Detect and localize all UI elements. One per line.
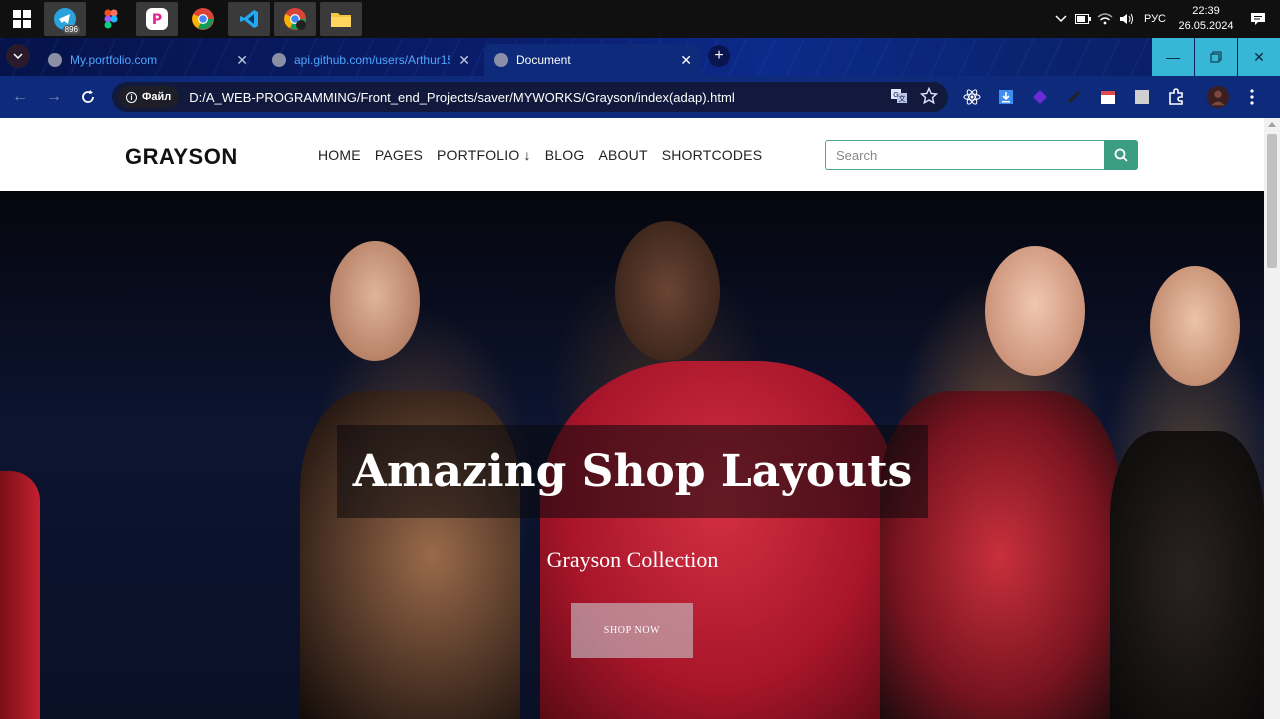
browser-tab-bar: My.portfolio.com ✕ api.github.com/users/… xyxy=(0,38,1280,76)
close-tab-icon[interactable]: ✕ xyxy=(680,52,692,69)
language-indicator[interactable]: РУС xyxy=(1144,13,1166,25)
clock-date: 26.05.2024 xyxy=(1178,20,1234,32)
web-page: GRAYSON HOME PAGES PORTFOLIO ↓ BLOG ABOU… xyxy=(0,118,1264,719)
svg-text:文: 文 xyxy=(899,94,906,103)
back-icon[interactable]: ← xyxy=(8,85,32,109)
page-scrollbar[interactable] xyxy=(1264,118,1280,719)
tab-search-icon[interactable] xyxy=(6,44,30,68)
dark-extension-icon[interactable] xyxy=(1062,85,1086,109)
info-icon: i xyxy=(126,91,137,103)
picsart-icon[interactable]: P xyxy=(136,2,178,36)
hero-figure xyxy=(0,471,40,719)
chrome-icon[interactable] xyxy=(182,2,224,36)
notifications-icon[interactable] xyxy=(1236,0,1280,38)
reload-icon[interactable] xyxy=(76,85,100,109)
windows-taskbar: 896 P РУС 22:39 26.05.2024 xyxy=(0,0,1280,38)
clock[interactable]: 22:39 26.05.2024 xyxy=(1176,4,1236,34)
more-menu-icon[interactable] xyxy=(1240,85,1264,109)
clock-time: 22:39 xyxy=(1192,5,1220,17)
wifi-icon[interactable] xyxy=(1094,9,1116,29)
hero-title-box: Amazing Shop Layouts xyxy=(337,425,928,518)
nav-shortcodes[interactable]: SHORTCODES xyxy=(662,147,763,163)
search-icon xyxy=(1114,148,1128,162)
profile-avatar-icon[interactable] xyxy=(1206,85,1230,109)
nav-pages[interactable]: PAGES xyxy=(375,147,423,163)
new-tab-button[interactable]: + xyxy=(708,45,730,67)
main-nav: HOME PAGES PORTFOLIO ↓ BLOG ABOUT SHORTC… xyxy=(318,147,762,163)
hero-subtitle: Grayson Collection xyxy=(546,547,719,572)
telegram-icon[interactable]: 896 xyxy=(44,2,86,36)
bookmark-star-icon[interactable] xyxy=(919,86,939,110)
tab-title: Document xyxy=(516,53,571,67)
hero-figure xyxy=(1150,266,1240,386)
windows-start-icon[interactable] xyxy=(0,0,44,38)
file-label: Файл xyxy=(142,91,172,103)
hero-figure xyxy=(1110,431,1264,719)
nav-blog[interactable]: BLOG xyxy=(545,147,585,163)
tab-title: api.github.com/users/Arthur159 xyxy=(294,53,451,67)
site-header: GRAYSON HOME PAGES PORTFOLIO ↓ BLOG ABOU… xyxy=(0,118,1264,191)
shop-now-button[interactable]: SHOP NOW xyxy=(571,603,693,658)
globe-icon xyxy=(494,53,508,67)
nav-home[interactable]: HOME xyxy=(318,147,361,163)
browser-toolbar: ← → i Файл D:/A_WEB-PROGRAMMING/Front_en… xyxy=(0,76,1280,118)
restore-button[interactable] xyxy=(1195,38,1237,76)
site-logo[interactable]: GRAYSON xyxy=(125,144,238,170)
vscode-icon[interactable] xyxy=(228,2,270,36)
download-extension-icon[interactable] xyxy=(994,85,1018,109)
scroll-thumb[interactable] xyxy=(1267,134,1277,268)
search-input[interactable] xyxy=(825,140,1105,170)
nav-about[interactable]: ABOUT xyxy=(598,147,647,163)
tab-title: My.portfolio.com xyxy=(70,53,158,67)
react-devtools-icon[interactable] xyxy=(960,85,984,109)
hero-banner: Amazing Shop Layouts Grayson Collection … xyxy=(0,191,1264,719)
nav-portfolio[interactable]: PORTFOLIO ↓ xyxy=(437,147,531,163)
figma-icon[interactable] xyxy=(90,2,132,36)
site-info-chip[interactable]: i Файл xyxy=(118,86,180,108)
svg-text:P: P xyxy=(152,12,162,28)
hero-figure xyxy=(615,221,720,361)
url-text[interactable]: D:/A_WEB-PROGRAMMING/Front_end_Projects/… xyxy=(189,90,734,105)
telegram-badge: 896 xyxy=(62,25,80,34)
chevron-up-icon[interactable] xyxy=(1050,9,1072,29)
minimize-button[interactable]: — xyxy=(1152,38,1194,76)
battery-icon[interactable] xyxy=(1072,9,1094,29)
system-tray: РУС 22:39 26.05.2024 xyxy=(1050,0,1280,38)
hero-figure xyxy=(985,246,1085,376)
forward-icon[interactable]: → xyxy=(42,85,66,109)
file-explorer-icon[interactable] xyxy=(320,2,362,36)
globe-icon xyxy=(272,53,286,67)
tab-document[interactable]: Document ✕ xyxy=(484,44,702,76)
translate-icon[interactable]: G文 xyxy=(890,87,908,110)
calendar-extension-icon[interactable] xyxy=(1096,85,1120,109)
tab-my-portfolio[interactable]: My.portfolio.com ✕ xyxy=(38,44,258,76)
tab-github-api[interactable]: api.github.com/users/Arthur159 ✕ xyxy=(262,44,480,76)
close-tab-icon[interactable]: ✕ xyxy=(458,52,470,69)
search-form xyxy=(825,140,1138,170)
hero-figure xyxy=(330,241,420,361)
extensions-puzzle-icon[interactable] xyxy=(1164,85,1188,109)
volume-icon[interactable] xyxy=(1116,9,1138,29)
address-bar[interactable]: i Файл D:/A_WEB-PROGRAMMING/Front_end_Pr… xyxy=(112,82,948,112)
globe-icon xyxy=(48,53,62,67)
close-tab-icon[interactable]: ✕ xyxy=(236,52,248,69)
search-button[interactable] xyxy=(1104,140,1138,170)
hero-title: Amazing Shop Layouts xyxy=(352,446,913,497)
scroll-up-arrow-icon[interactable] xyxy=(1268,122,1276,127)
gray-square-extension-icon[interactable] xyxy=(1130,85,1154,109)
close-window-button[interactable]: ✕ xyxy=(1238,38,1280,76)
hero-figure xyxy=(540,361,900,719)
purple-gem-extension-icon[interactable] xyxy=(1028,85,1052,109)
chrome-profile-icon[interactable] xyxy=(274,2,316,36)
